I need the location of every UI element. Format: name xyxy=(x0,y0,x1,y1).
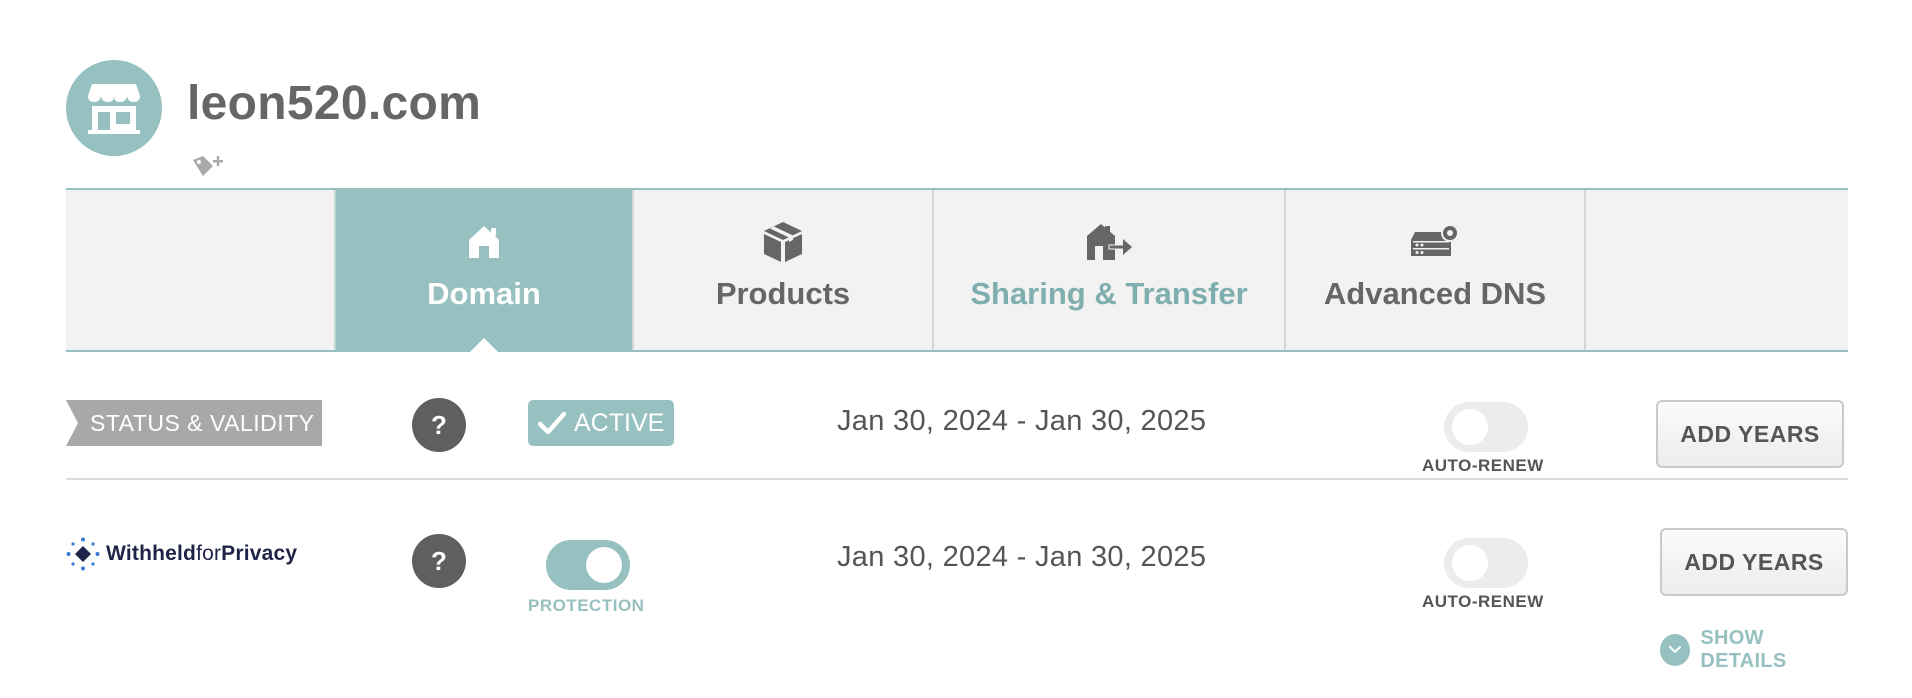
domain-name: leon520.com xyxy=(187,77,482,130)
domain-auto-renew-label: AUTO-RENEW xyxy=(1422,456,1544,475)
status-validity-label: STATUS & VALIDITY xyxy=(66,400,322,446)
domain-avatar xyxy=(66,60,162,156)
tab-label-domain: Domain xyxy=(427,276,541,311)
privacy-help-button[interactable]: ? xyxy=(412,534,466,588)
domain-header: leon520.com xyxy=(66,60,866,176)
privacy-auto-renew-label: AUTO-RENEW xyxy=(1422,592,1544,611)
toggle-knob xyxy=(586,547,622,583)
tab-advanced-dns[interactable]: Advanced DNS xyxy=(1284,190,1584,350)
privacy-diamond-icon xyxy=(66,537,100,571)
logo-privacy: Privacy xyxy=(221,542,298,565)
tab-label-sharing-transfer: Sharing & Transfer xyxy=(970,276,1248,311)
logo-for: for xyxy=(196,542,222,565)
withheld-for-privacy-logo: WithheldforPrivacy xyxy=(66,534,297,574)
box-icon xyxy=(764,222,802,262)
protection-toggle[interactable] xyxy=(546,540,630,590)
tag-add-icon[interactable] xyxy=(189,152,225,180)
domain-auto-renew-toggle[interactable] xyxy=(1444,402,1528,452)
active-status-badge: ACTIVE xyxy=(528,400,674,446)
show-details-label: SHOW DETAILS xyxy=(1700,627,1787,672)
house-transfer-icon xyxy=(1087,224,1132,260)
checkmark-icon xyxy=(538,411,566,435)
tab-label-products: Products xyxy=(715,276,851,311)
server-gear-icon xyxy=(1411,224,1459,256)
validity-dates: Jan 30, 2024 - Jan 30, 2025 xyxy=(837,405,1207,437)
tab-label-advanced-dns: Advanced DNS xyxy=(1323,276,1547,311)
toggle-knob xyxy=(1452,545,1488,581)
domain-tabs: Domain Products Sharing & Transfer Advan… xyxy=(66,188,1848,352)
protection-label: PROTECTION xyxy=(528,596,645,615)
show-details-link[interactable]: SHOW DETAILS xyxy=(1660,627,1848,672)
status-help-button[interactable]: ? xyxy=(412,398,466,452)
privacy-auto-renew-toggle[interactable] xyxy=(1444,538,1528,588)
tab-sharing-transfer[interactable]: Sharing & Transfer xyxy=(932,190,1284,350)
active-tab-caret xyxy=(470,338,498,352)
chevron-down-icon xyxy=(1660,634,1691,666)
privacy-dates: Jan 30, 2024 - Jan 30, 2025 xyxy=(837,541,1207,573)
status-validity-row: STATUS & VALIDITY ? ACTIVE Jan 30, 2024 … xyxy=(66,360,1848,480)
privacy-add-years-button[interactable]: ADD YEARS xyxy=(1660,528,1848,596)
tab-domain[interactable]: Domain xyxy=(334,190,632,352)
tab-products[interactable]: Products xyxy=(632,190,932,350)
house-icon xyxy=(469,226,499,258)
logo-withheld: Withheld xyxy=(106,542,197,565)
domain-add-years-button[interactable]: ADD YEARS xyxy=(1656,400,1844,468)
toggle-knob xyxy=(1452,409,1488,445)
storefront-icon xyxy=(88,84,140,134)
tab-divider xyxy=(1584,190,1586,350)
privacy-logo-text: WithheldforPrivacy xyxy=(106,542,297,566)
active-badge-label: ACTIVE xyxy=(574,409,665,437)
privacy-protection-row: WithheldforPrivacy ? PROTECTION Jan 30, … xyxy=(66,482,1848,672)
